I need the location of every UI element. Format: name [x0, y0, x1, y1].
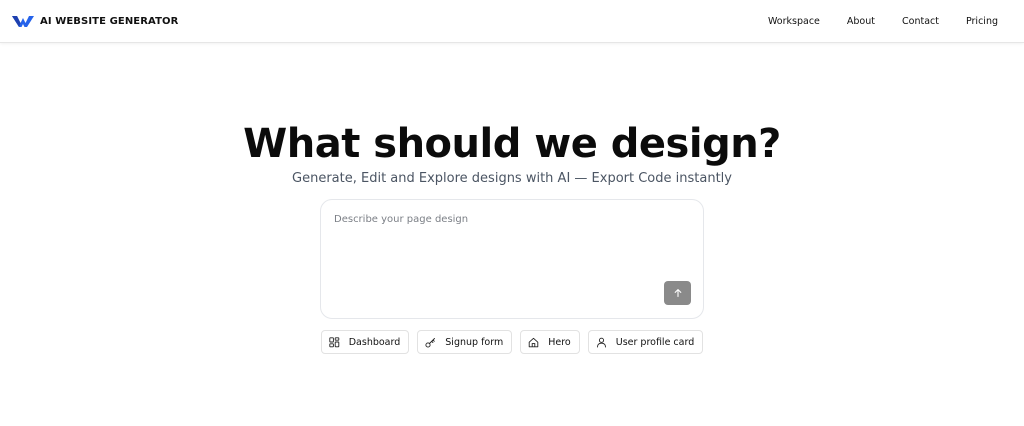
- suggestion-label: User profile card: [615, 336, 695, 348]
- prompt-box: [320, 199, 704, 319]
- key-icon: [425, 337, 436, 348]
- hero: What should we design? Generate, Edit an…: [0, 118, 1024, 188]
- navbar: AI WEBSITE GENERATOR Workspace About Con…: [0, 0, 1024, 43]
- suggestion-dashboard[interactable]: Dashboard: [320, 330, 410, 354]
- hero-subtitle: Generate, Edit and Explore designs with …: [292, 171, 732, 186]
- nav-link-about[interactable]: About: [847, 16, 875, 27]
- nav-links: Workspace About Contact Pricing: [741, 16, 998, 27]
- suggestion-label: Hero: [548, 336, 571, 348]
- nav-link-pricing[interactable]: Pricing: [966, 16, 998, 27]
- dashboard-icon: [329, 336, 339, 347]
- w-logo-icon: [12, 16, 34, 27]
- suggestion-signup-form[interactable]: Signup form: [417, 330, 513, 354]
- send-button[interactable]: [664, 281, 691, 305]
- home-icon: [528, 337, 539, 347]
- suggestion-label: Dashboard: [348, 336, 401, 348]
- suggestion-label: Signup form: [445, 336, 504, 348]
- hero-title: What should we design?: [243, 121, 781, 167]
- nav-link-workspace[interactable]: Workspace: [768, 16, 820, 27]
- arrow-up-icon: [674, 289, 681, 298]
- nav-link-contact[interactable]: Contact: [902, 16, 939, 27]
- suggestion-chips: Dashboard Signup form Hero User profile …: [0, 330, 1024, 354]
- brand-name: AI WEBSITE GENERATOR: [40, 15, 179, 27]
- user-icon: [596, 337, 606, 347]
- suggestion-hero[interactable]: Hero: [520, 330, 580, 354]
- prompt-input[interactable]: [334, 214, 692, 284]
- suggestion-user-profile-card[interactable]: User profile card: [587, 330, 704, 354]
- brand[interactable]: AI WEBSITE GENERATOR: [12, 14, 178, 28]
